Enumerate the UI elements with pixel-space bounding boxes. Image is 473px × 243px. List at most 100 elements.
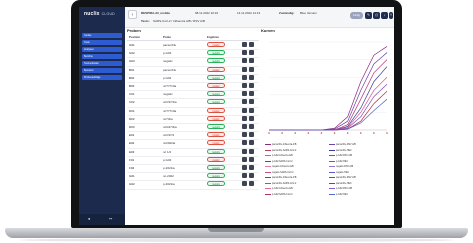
- status-badge: positiv: [207, 115, 225, 121]
- chart-toggle-icon[interactable]: [249, 148, 254, 154]
- legend-entry[interactable]: pacsorFlu-SARS-CoV-2: [265, 149, 296, 152]
- legend-entry[interactable]: pacsorFlu-HEC: [329, 149, 352, 152]
- chart-toggle-icon[interactable]: [249, 107, 254, 113]
- chart-toggle-icon[interactable]: [249, 115, 254, 121]
- series-line: [269, 91, 388, 131]
- sidebar-item-tests[interactable]: Tests: [82, 40, 122, 45]
- legend-entry[interactable]: p-G02-SARS-CoV-2: [265, 193, 293, 196]
- legend-swatch: [329, 160, 335, 162]
- download-button[interactable]: ↓: [381, 12, 388, 19]
- legend-label: pacsorFlu-RSV A/B: [336, 177, 356, 180]
- legend-entry[interactable]: pacsorFlu-Influenza A/B: [265, 144, 296, 146]
- legend-label: p-G02-HEC: [336, 160, 348, 163]
- cell-position: D01: [129, 108, 135, 113]
- view-icon[interactable]: [242, 107, 247, 113]
- table-row[interactable]: G02 p-2021ia negativ: [127, 180, 259, 190]
- chart-toggle-icon[interactable]: [249, 140, 254, 146]
- chart-toggle-icon[interactable]: [249, 156, 254, 162]
- column-header-position[interactable]: Position: [129, 35, 140, 39]
- view-icon[interactable]: [242, 99, 247, 105]
- legend-entry[interactable]: p-G02-Influenza A/B: [265, 188, 293, 190]
- x-tick-mark: [294, 132, 297, 134]
- column-header-ergebnis[interactable]: Ergebnis: [207, 35, 219, 39]
- chart-toggle-icon[interactable]: [249, 173, 254, 179]
- chart-toggle-icon[interactable]: [249, 66, 254, 72]
- column-header-probe[interactable]: Probe: [163, 35, 171, 39]
- cell-position: C02: [129, 100, 135, 105]
- print-button[interactable]: ⎙: [373, 12, 380, 19]
- x-tick-mark: [268, 132, 270, 134]
- chart-toggle-icon[interactable]: [249, 91, 254, 97]
- legend-swatch: [265, 177, 271, 178]
- run-name: RESPIRA-23_mobile: [141, 11, 171, 15]
- chart-toggle-icon[interactable]: [249, 83, 254, 88]
- legend-entry[interactable]: negativ-SARS-CoV-2: [265, 171, 294, 174]
- view-icon[interactable]: [242, 156, 247, 162]
- legend-entry[interactable]: negativ-Influenza A/B: [265, 166, 294, 168]
- cell-position: B03: [129, 84, 135, 88]
- view-icon[interactable]: [242, 124, 247, 129]
- sidebar-item-berichte[interactable]: Berichte: [82, 54, 122, 59]
- chart-toggle-icon[interactable]: [249, 42, 254, 47]
- legend-entry[interactable]: p-G02-SARS-CoV-2: [265, 160, 293, 163]
- logout-icon[interactable]: ↦: [109, 216, 112, 221]
- device-label: Zuständig:: [279, 11, 295, 15]
- test-value: SARS-CoV-2 / Influenza A/B / RSV A/B: [153, 19, 205, 23]
- chart-toggle-icon[interactable]: [249, 74, 254, 80]
- chart-toggle-icon[interactable]: [249, 50, 254, 56]
- x-tick-mark: [307, 132, 310, 134]
- device-value[interactable]: Blue Version: [300, 11, 317, 15]
- brand-logo[interactable]: nuclix CLOUD: [84, 11, 115, 17]
- status-badge: positiv: [207, 132, 225, 138]
- view-icon[interactable]: [242, 74, 247, 80]
- chart-toggle-icon[interactable]: [249, 58, 254, 64]
- sidebar-item-testmethoden[interactable]: Testmethoden: [82, 61, 122, 66]
- amplification-chart[interactable]: [261, 38, 392, 138]
- view-icon[interactable]: [242, 50, 247, 56]
- chart-toggle-icon[interactable]: [249, 181, 254, 187]
- view-icon[interactable]: [242, 181, 247, 187]
- legend-entry[interactable]: p-G02-RSV A/B: [329, 155, 352, 157]
- cell-probe: nc 1/4: [163, 149, 172, 154]
- legend-entry[interactable]: negativ-HEC: [329, 171, 349, 174]
- legend-swatch: [265, 193, 271, 195]
- brand-suffix: CLOUD: [101, 12, 115, 16]
- edit-button[interactable]: ✎: [365, 12, 372, 19]
- view-icon[interactable]: [242, 91, 247, 97]
- sidebar-item-probenauftraege[interactable]: Probenaufträge: [82, 75, 122, 80]
- legend-entry[interactable]: p-G02-HEC: [329, 160, 348, 163]
- view-icon[interactable]: [242, 165, 247, 170]
- sidebar-item-benutzer[interactable]: Benutzer: [82, 68, 122, 73]
- legend-entry[interactable]: pacsorFlu-SARS-CoV-2: [265, 182, 296, 185]
- app-screen: nuclix CLOUD Geräte Tests Analysen Berich…: [79, 7, 394, 225]
- sidebar-item-geraete[interactable]: Geräte: [82, 33, 122, 38]
- chart-toggle-icon[interactable]: [249, 165, 254, 170]
- sidebar-item-analysen[interactable]: Analysen: [82, 47, 122, 52]
- legend-entry[interactable]: pacsorFlu-Influenza A/B: [265, 177, 296, 179]
- legend-entry[interactable]: p-G02-RSV A/B: [329, 188, 352, 190]
- view-icon[interactable]: [242, 148, 247, 154]
- legend-label: pacsorFlu-HEC: [336, 149, 352, 152]
- user-icon[interactable]: ●: [88, 216, 90, 221]
- legend-entry[interactable]: pacsorFlu-RSV A/B: [329, 177, 356, 179]
- chart-toggle-icon[interactable]: [249, 99, 254, 105]
- legend-label: negativ-SARS-CoV-2: [272, 171, 294, 174]
- view-icon[interactable]: [242, 140, 247, 146]
- legend-entry[interactable]: pacsorFlu-HEC: [329, 182, 352, 185]
- legend-entry[interactable]: p-G02-Influenza A/B: [265, 155, 293, 157]
- legend-entry[interactable]: p-G02-HEC: [329, 193, 348, 196]
- cell-probe: ncC97/4ia: [163, 100, 177, 105]
- legend-entry[interactable]: negativ-RSV A/B: [329, 166, 353, 168]
- view-icon[interactable]: [242, 83, 247, 88]
- view-icon[interactable]: [242, 115, 247, 121]
- legend-entry[interactable]: pacsorFlu-RSV A/B: [329, 144, 356, 146]
- view-icon[interactable]: [242, 173, 247, 179]
- chart-toggle-icon[interactable]: [249, 132, 254, 138]
- view-icon[interactable]: [242, 42, 247, 47]
- more-button[interactable]: ˅: [389, 12, 393, 19]
- view-icon[interactable]: [242, 58, 247, 64]
- back-button[interactable]: ‹: [128, 10, 137, 19]
- view-icon[interactable]: [242, 132, 247, 138]
- chart-toggle-icon[interactable]: [249, 124, 254, 129]
- view-icon[interactable]: [242, 66, 247, 72]
